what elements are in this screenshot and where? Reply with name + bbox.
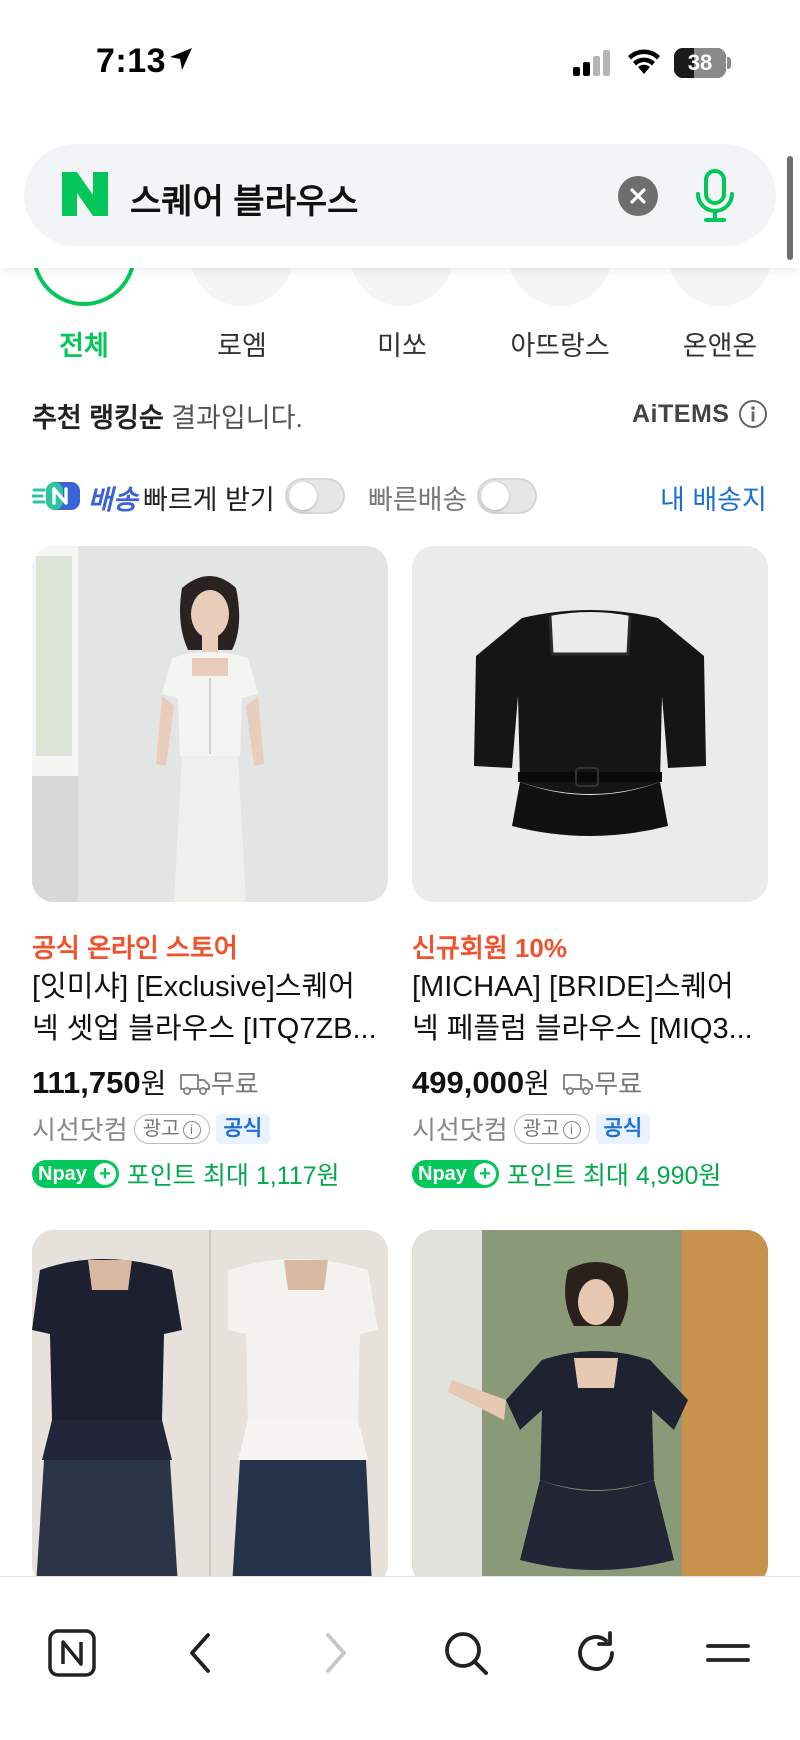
seller-name[interactable]: 시선닷컴 [412, 1115, 508, 1145]
naver-logo-icon[interactable] [62, 172, 108, 216]
tab-all[interactable]: 전체 [14, 324, 154, 363]
seller-line: 시선닷컴 광고 i 공식 [32, 1110, 271, 1147]
product-photo-black-peplum-blouse [412, 546, 768, 902]
ad-info-icon: i [182, 1120, 201, 1139]
product-photo-model-white-setup [32, 546, 388, 902]
currency-unit: 원 [140, 1068, 167, 1099]
menu-icon[interactable] [698, 1623, 758, 1683]
battery-cap [727, 57, 731, 69]
ad-label: 광고 [142, 1117, 180, 1140]
brand-filter-tabs: 전체 로엠 미쏘 아뜨랑스 온앤온 [0, 234, 800, 368]
product-image[interactable] [32, 546, 388, 902]
ad-label: 광고 [522, 1117, 560, 1140]
product-promo: 공식 온라인 스토어 [32, 933, 238, 963]
product-promo: 신규회원 10% [412, 933, 567, 963]
ad-info-icon: i [562, 1120, 581, 1139]
my-address-link[interactable]: 내 배송지 [660, 478, 767, 517]
product-price: 111,750 [32, 1065, 141, 1100]
close-icon [630, 188, 646, 204]
plus-icon: + [93, 1163, 116, 1185]
wifi-icon [628, 49, 660, 74]
official-badge: 공식 [215, 1113, 271, 1144]
browser-bottom-toolbar [0, 1576, 800, 1740]
ad-badge[interactable]: 광고 i [133, 1113, 210, 1144]
currency-unit: 원 [524, 1068, 550, 1099]
delivery-filter-row: 배송 빠르게 받기 빠른배송 내 배송지 [0, 470, 800, 520]
product-card[interactable] [32, 1230, 388, 1586]
battery-percent: 38 [687, 50, 713, 75]
seller-line: 시선닷컴 광고 i 공식 [412, 1110, 651, 1147]
ad-badge[interactable]: 광고 i [513, 1113, 590, 1144]
product-image[interactable] [412, 1230, 768, 1586]
cellular-signal-icon [573, 50, 610, 76]
toggle-knob [481, 482, 509, 510]
location-arrow-icon [170, 48, 192, 70]
truck-icon [179, 1074, 210, 1095]
search-header: 스퀘어 블라우스 [0, 120, 800, 268]
official-badge: 공식 [595, 1113, 651, 1144]
price-line: 499,000원 무료 [412, 1062, 642, 1102]
fast-delivery-label: 빠른배송 [368, 485, 468, 515]
npay-label: pay [432, 1163, 467, 1185]
price-line: 111,750원 무료 [32, 1062, 259, 1102]
tab-mixxo[interactable]: 미쏘 [332, 324, 472, 363]
npay-label: pay [52, 1163, 87, 1185]
n-delivery-label: 배송 [88, 485, 138, 515]
npay-points: 포인트 최대 4,990원 [506, 1162, 722, 1190]
shipping-fee: 무료 [210, 1069, 259, 1099]
tab-attrangs[interactable]: 아뜨랑스 [490, 324, 630, 363]
refresh-icon[interactable] [566, 1623, 626, 1683]
search-icon[interactable] [436, 1623, 496, 1683]
npay-point-line: Npay + 포인트 최대 1,117원 [32, 1156, 340, 1192]
product-card[interactable]: 신규회원 10% [MICHAA] [BRIDE]스퀘어 넥 페플럼 블라우스 … [412, 546, 768, 1190]
info-icon[interactable] [738, 399, 768, 429]
clear-search-button[interactable] [618, 176, 658, 216]
forward-icon[interactable] [304, 1623, 364, 1683]
seller-name[interactable]: 시선닷컴 [32, 1115, 128, 1145]
product-photo-model-navy-peplum [412, 1230, 768, 1586]
product-card[interactable]: 공식 온라인 스토어 [잇미샤] [Exclusive]스퀘어 넥 셋업 블라우… [32, 546, 388, 1190]
aitems-label: AiTEMS [632, 400, 730, 428]
fast-receive-toggle[interactable] [285, 478, 345, 514]
npay-point-line: Npay + 포인트 최대 4,990원 [412, 1156, 721, 1192]
shipping-fee: 무료 [594, 1069, 643, 1099]
microphone-icon[interactable] [690, 168, 740, 224]
n-delivery-icon [32, 482, 80, 510]
back-icon[interactable] [172, 1623, 232, 1683]
product-price: 499,000 [412, 1065, 525, 1100]
status-bar: 7:13 38 [0, 0, 800, 120]
product-image[interactable] [412, 546, 768, 902]
product-photo-two-models-peplum [32, 1230, 388, 1586]
sort-order-label[interactable]: 추천 랭킹순 [32, 403, 164, 433]
sort-suffix: 결과입니다. [163, 403, 303, 433]
truck-icon [563, 1074, 594, 1095]
status-time: 7:13 [96, 42, 167, 80]
sort-description[interactable]: 추천 랭킹순 결과입니다. [32, 396, 303, 435]
toggle-knob [289, 482, 317, 510]
npay-plus-badge: Npay + [32, 1160, 119, 1188]
tab-onandon[interactable]: 온앤온 [650, 324, 790, 363]
product-image[interactable] [32, 1230, 388, 1586]
plus-icon: + [473, 1163, 496, 1185]
fast-receive-label: 빠르게 받기 [143, 485, 275, 515]
product-title[interactable]: [잇미샤] [Exclusive]스퀘어 넥 셋업 블라우스 [ITQ7ZB..… [32, 966, 388, 1050]
npay-points: 포인트 최대 1,117원 [126, 1162, 340, 1190]
tab-roem[interactable]: 로엠 [172, 324, 312, 363]
product-title[interactable]: [MICHAA] [BRIDE]스퀘어 넥 페플럼 블라우스 [MIQ3... [412, 966, 768, 1050]
npay-plus-badge: Npay + [412, 1160, 499, 1188]
search-query-text[interactable]: 스퀘어 블라우스 [130, 174, 358, 223]
scrollbar[interactable] [787, 156, 793, 260]
naver-home-icon[interactable] [42, 1623, 102, 1683]
product-card[interactable] [412, 1230, 768, 1586]
fast-delivery-toggle[interactable] [477, 478, 537, 514]
battery-indicator: 38 [674, 48, 726, 78]
